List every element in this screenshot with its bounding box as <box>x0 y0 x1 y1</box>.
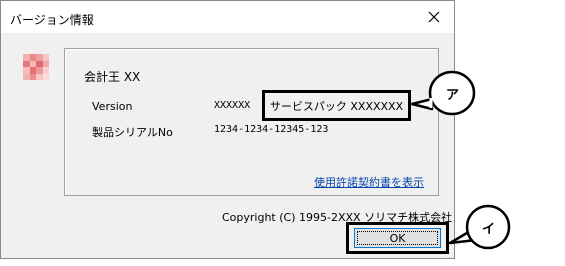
callout-a-label: ア <box>446 88 460 103</box>
callout-layer <box>410 70 511 250</box>
callout-a <box>410 70 476 116</box>
callout-b-label: イ <box>482 222 496 237</box>
callout-b <box>448 204 511 250</box>
